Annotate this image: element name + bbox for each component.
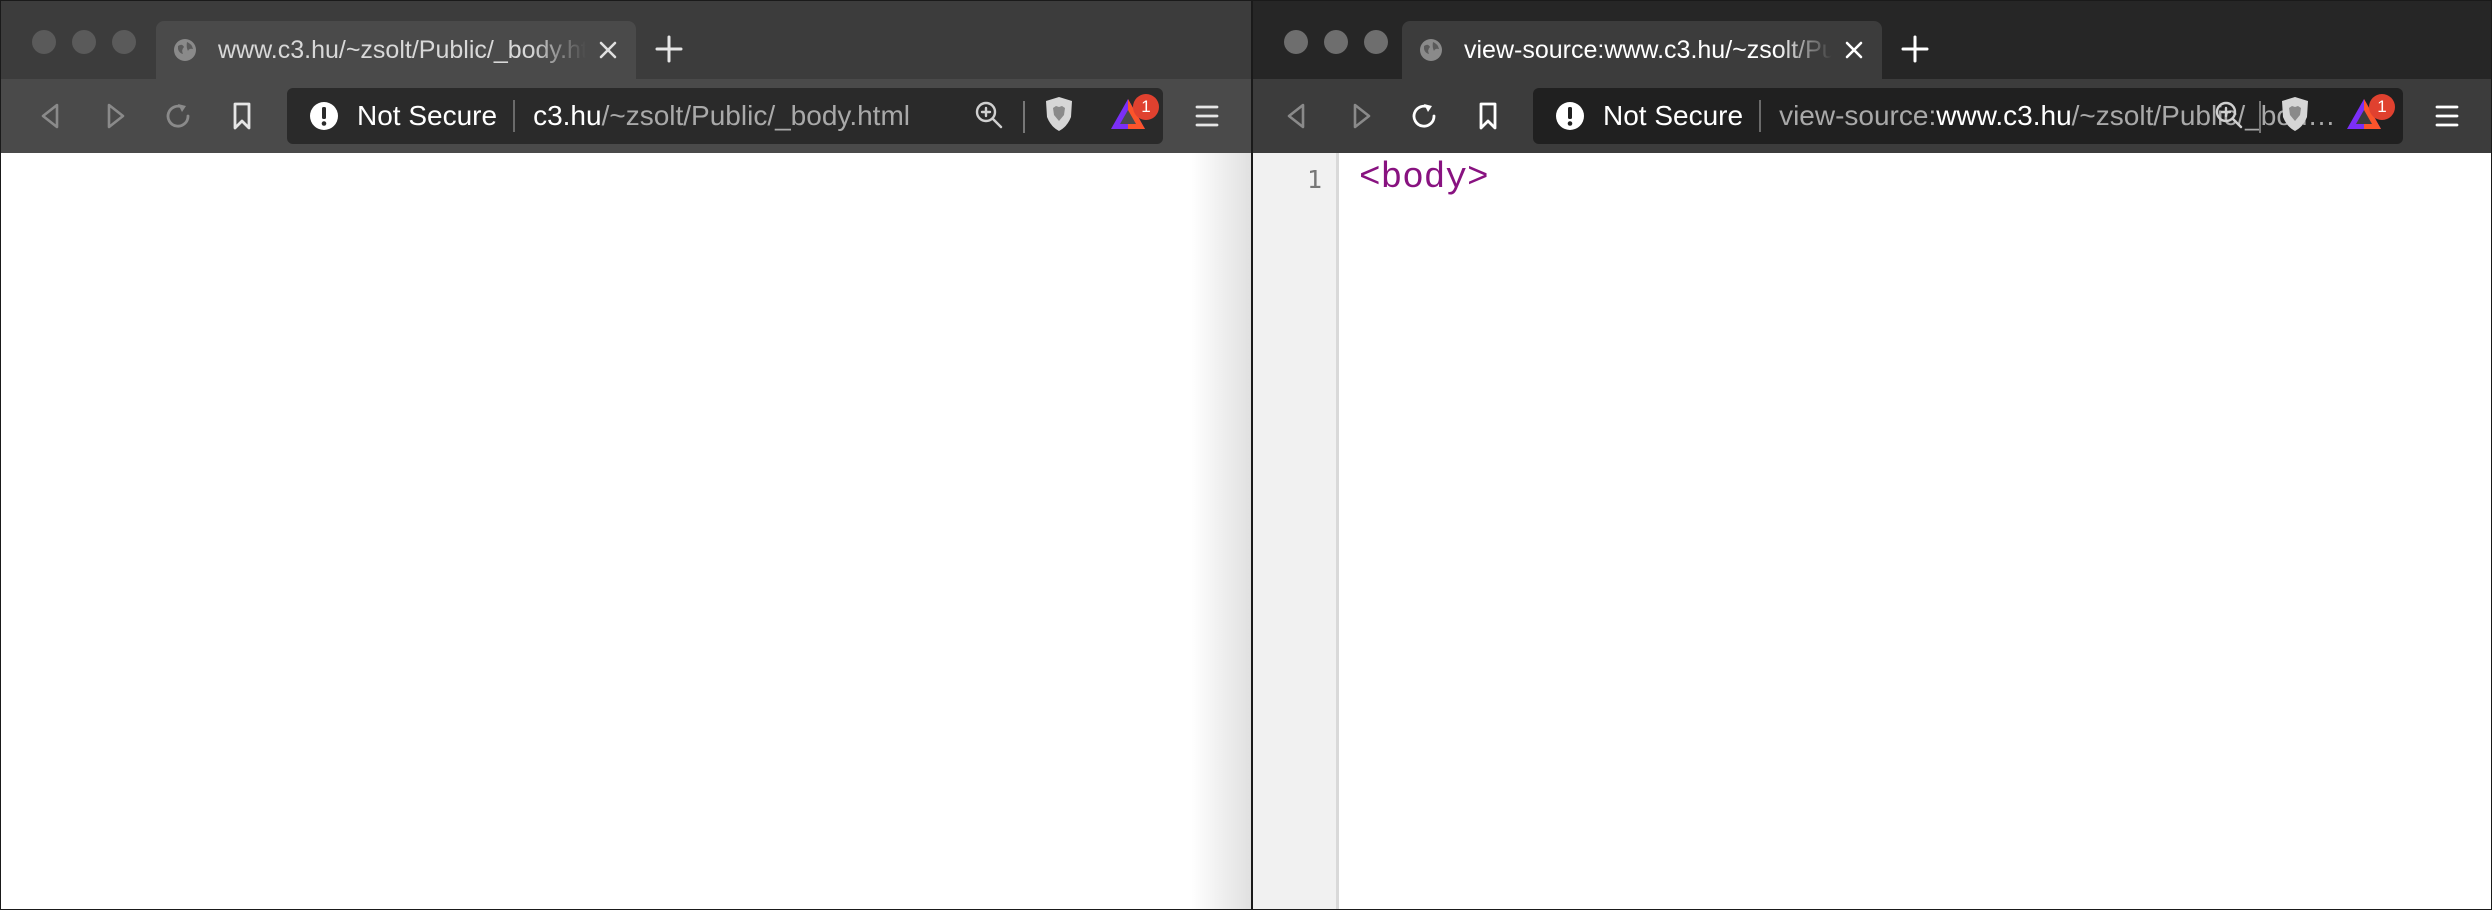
close-icon[interactable]	[1840, 36, 1868, 64]
zoom-icon[interactable]	[973, 99, 1005, 131]
tab-title: www.c3.hu/~zsolt/Public/_body.html	[218, 35, 586, 64]
zoom-icon[interactable]	[2213, 99, 2245, 131]
tab-strip: www.c3.hu/~zsolt/Public/_body.html	[1, 1, 1251, 79]
globe-icon	[1420, 39, 1442, 61]
omnibox-divider	[513, 100, 516, 132]
bookmark-icon[interactable]	[225, 99, 259, 133]
alerts-badge: 1	[2369, 94, 2395, 120]
tab-strip: view-source:www.c3.hu/~zsolt/Public/_bod…	[1253, 1, 2491, 79]
security-label[interactable]: Not Secure	[357, 100, 497, 132]
line-number: 1	[1306, 165, 1322, 194]
toolbar-divider	[2259, 101, 2261, 133]
reload-icon[interactable]	[1407, 99, 1441, 133]
globe-icon	[174, 39, 196, 61]
menu-icon[interactable]	[1193, 101, 1221, 131]
toolbar-divider	[1023, 101, 1025, 133]
omnibox-divider	[1759, 100, 1762, 132]
menu-icon[interactable]	[2433, 101, 2461, 131]
line-number-gutter: 1	[1253, 153, 1339, 909]
security-label[interactable]: Not Secure	[1603, 100, 1743, 132]
minimize-window-button[interactable]	[72, 30, 96, 54]
page-content[interactable]	[1, 153, 1251, 909]
back-icon[interactable]	[34, 99, 68, 133]
forward-icon[interactable]	[98, 99, 132, 133]
source-line: <body>	[1359, 157, 1489, 198]
reload-icon[interactable]	[161, 99, 195, 133]
source-view[interactable]: 1 <body>	[1253, 153, 2491, 909]
close-window-button[interactable]	[1284, 30, 1308, 54]
brave-shield-icon[interactable]	[2278, 95, 2312, 133]
address-bar[interactable]: Not Secure view-source:www.c3.hu/~zsolt/…	[1533, 88, 2403, 144]
zoom-window-button[interactable]	[1364, 30, 1388, 54]
minimize-window-button[interactable]	[1324, 30, 1348, 54]
bookmark-icon[interactable]	[1471, 99, 1505, 133]
alerts-badge: 1	[1133, 94, 1159, 120]
zoom-window-button[interactable]	[112, 30, 136, 54]
close-icon[interactable]	[594, 36, 622, 64]
plus-icon[interactable]	[1900, 34, 1930, 64]
browser-window-page: www.c3.hu/~zsolt/Public/_body.html Not S…	[0, 0, 1252, 910]
tab-active[interactable]: view-source:www.c3.hu/~zsolt/Public/_bod…	[1402, 21, 1882, 79]
url-text[interactable]: view-source:www.c3.hu/~zsolt/Public/_bod…	[1779, 100, 2339, 132]
back-icon[interactable]	[1280, 99, 1314, 133]
tab-active[interactable]: www.c3.hu/~zsolt/Public/_body.html	[156, 21, 636, 79]
forward-icon[interactable]	[1344, 99, 1378, 133]
info-icon[interactable]	[309, 101, 339, 131]
browser-window-source: view-source:www.c3.hu/~zsolt/Public/_bod…	[1252, 0, 2492, 910]
close-window-button[interactable]	[32, 30, 56, 54]
info-icon[interactable]	[1555, 101, 1585, 131]
plus-icon[interactable]	[654, 34, 684, 64]
address-bar[interactable]: Not Secure c3.hu/~zsolt/Public/_body.htm…	[287, 88, 1163, 144]
tab-title: view-source:www.c3.hu/~zsolt/Public/_bod…	[1464, 35, 1832, 64]
brave-shield-icon[interactable]	[1042, 95, 1076, 133]
